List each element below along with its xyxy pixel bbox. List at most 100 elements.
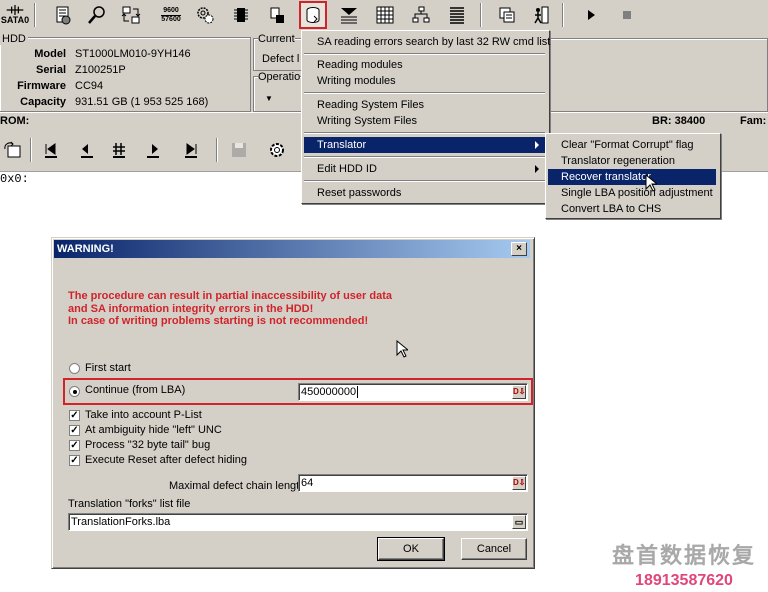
- hide-left-unc-label: At ambiguity hide "left" UNC: [85, 424, 222, 436]
- rom-label: ROM:: [0, 115, 30, 127]
- save-button[interactable]: [226, 137, 252, 163]
- mouse-cursor-icon: [645, 174, 657, 192]
- transfer-icon: [121, 6, 141, 24]
- goto-button[interactable]: [106, 137, 132, 163]
- floppy-icon: [232, 143, 246, 157]
- stop-button[interactable]: [614, 2, 640, 28]
- text-caret: [357, 386, 359, 398]
- warning-dialog: WARNING! × The procedure can result in p…: [51, 237, 535, 569]
- menu-item-reading-system-files[interactable]: Reading System Files: [304, 97, 545, 113]
- menu-separator: [304, 92, 545, 94]
- submenu-item-single-lba-adjustment[interactable]: Single LBA position adjustment: [548, 185, 716, 201]
- play-icon: [588, 10, 595, 20]
- submenu-item-recover-translator[interactable]: Recover translator: [548, 169, 716, 185]
- exit-button[interactable]: [528, 2, 554, 28]
- first-button[interactable]: [38, 137, 64, 163]
- chain-dropdown-icon[interactable]: D⇩: [512, 476, 526, 490]
- forks-file-input[interactable]: TranslationForks.lba ▭: [68, 513, 528, 531]
- reset-checkbox[interactable]: ✓: [69, 455, 80, 466]
- menu-item-writing-system-files[interactable]: Writing System Files: [304, 113, 545, 129]
- chip-button[interactable]: [228, 2, 254, 28]
- chain-length-label: Maximal defect chain length: [169, 480, 306, 492]
- speed-bottom-label: 57600: [161, 15, 181, 23]
- dialog-title: WARNING!: [57, 243, 114, 255]
- search-button[interactable]: [84, 2, 110, 28]
- chain-length-value: 64: [301, 477, 314, 489]
- hide-left-unc-checkbox[interactable]: ✓: [69, 425, 80, 436]
- lba-dropdown-icon[interactable]: D⇩: [512, 385, 526, 399]
- continue-radio[interactable]: [69, 386, 80, 397]
- baud-rate: BR: 38400: [652, 115, 706, 127]
- close-button[interactable]: ×: [511, 242, 527, 256]
- sata-label: SATA0: [0, 15, 30, 25]
- copy-button[interactable]: [494, 2, 520, 28]
- module-button[interactable]: [264, 2, 290, 28]
- settings-button[interactable]: [264, 137, 290, 163]
- gear-icon: [270, 143, 284, 157]
- submenu-arrow-icon: [535, 165, 539, 173]
- menu-separator: [304, 132, 545, 134]
- family-label: Fam:: [740, 115, 767, 127]
- hash-icon: [113, 143, 125, 158]
- toolbar-separator: [34, 3, 36, 27]
- menu-item-translator[interactable]: Translator: [304, 137, 545, 153]
- ok-button[interactable]: OK: [377, 537, 445, 561]
- speed-button[interactable]: 9600 57600: [158, 2, 184, 28]
- lba-input[interactable]: 450000000 D⇩: [298, 383, 528, 401]
- operation-dropdown-icon[interactable]: ▼: [265, 94, 273, 103]
- serial-label: Serial: [36, 64, 66, 76]
- first-start-label: First start: [85, 362, 131, 374]
- tail-bug-checkbox[interactable]: ✓: [69, 440, 80, 451]
- prev-button[interactable]: [72, 137, 98, 163]
- translator-icon: [341, 8, 357, 24]
- toolbar-separator: [562, 3, 564, 27]
- sa-database-icon: [306, 7, 320, 24]
- drive-icon: [56, 6, 71, 25]
- skip-last-icon: [185, 143, 197, 158]
- search-icon: [88, 6, 105, 24]
- transfer-button[interactable]: [118, 2, 144, 28]
- menu-item-edit-hdd-id-label: Edit HDD ID: [317, 163, 377, 175]
- tree-icon: [412, 6, 430, 23]
- plist-checkbox[interactable]: ✓: [69, 410, 80, 421]
- next-button[interactable]: [142, 137, 168, 163]
- submenu-item-translator-regeneration[interactable]: Translator regeneration: [548, 153, 716, 169]
- grid-icon: [376, 6, 394, 24]
- refresh-button[interactable]: [0, 137, 26, 163]
- stop-icon: [623, 11, 631, 19]
- main-toolbar: SATA0 9600 57600: [0, 0, 768, 31]
- menu-item-sa-errors-search[interactable]: SA reading errors search by last 32 RW c…: [304, 34, 550, 50]
- gears-icon: [197, 7, 214, 24]
- list-button[interactable]: [444, 2, 470, 28]
- play-button[interactable]: [578, 2, 604, 28]
- submenu-item-clear-format-corrupt[interactable]: Clear "Format Corrupt" flag: [548, 137, 716, 153]
- menu-item-writing-modules[interactable]: Writing modules: [304, 73, 545, 89]
- watermark-phone: 18913587620: [635, 572, 733, 589]
- drive-button[interactable]: [50, 2, 76, 28]
- dialog-mouse-cursor-icon: [396, 340, 408, 358]
- menu-item-reset-passwords[interactable]: Reset passwords: [304, 185, 545, 201]
- menu-item-reading-modules[interactable]: Reading modules: [304, 57, 545, 73]
- speed-top-label: 9600: [163, 6, 179, 14]
- translator-button[interactable]: [336, 2, 362, 28]
- submenu-item-convert-lba-chs[interactable]: Convert LBA to CHS: [548, 201, 716, 217]
- port-button[interactable]: SATA0: [0, 2, 30, 28]
- menu-separator: [304, 53, 545, 55]
- submenu-arrow-icon: [535, 141, 539, 149]
- sa-menu-button[interactable]: [299, 1, 327, 29]
- chain-length-input[interactable]: 64 D⇩: [298, 474, 528, 492]
- last-button[interactable]: [178, 137, 204, 163]
- folder-open-icon[interactable]: ▭: [512, 515, 526, 529]
- current-label: Current: [258, 33, 295, 45]
- menu-separator: [304, 180, 545, 182]
- reset-label: Execute Reset after defect hiding: [85, 454, 248, 466]
- tree-button[interactable]: [408, 2, 434, 28]
- grid-button[interactable]: [372, 2, 398, 28]
- menu-item-edit-hdd-id[interactable]: Edit HDD ID: [304, 161, 545, 177]
- cancel-button[interactable]: Cancel: [461, 538, 527, 560]
- gears-button[interactable]: [192, 2, 218, 28]
- dialog-titlebar: WARNING! ×: [54, 240, 530, 258]
- warning-line-2: and SA information integrity errors in t…: [68, 303, 314, 315]
- first-start-radio[interactable]: [69, 363, 80, 374]
- toolbar-separator: [216, 138, 218, 162]
